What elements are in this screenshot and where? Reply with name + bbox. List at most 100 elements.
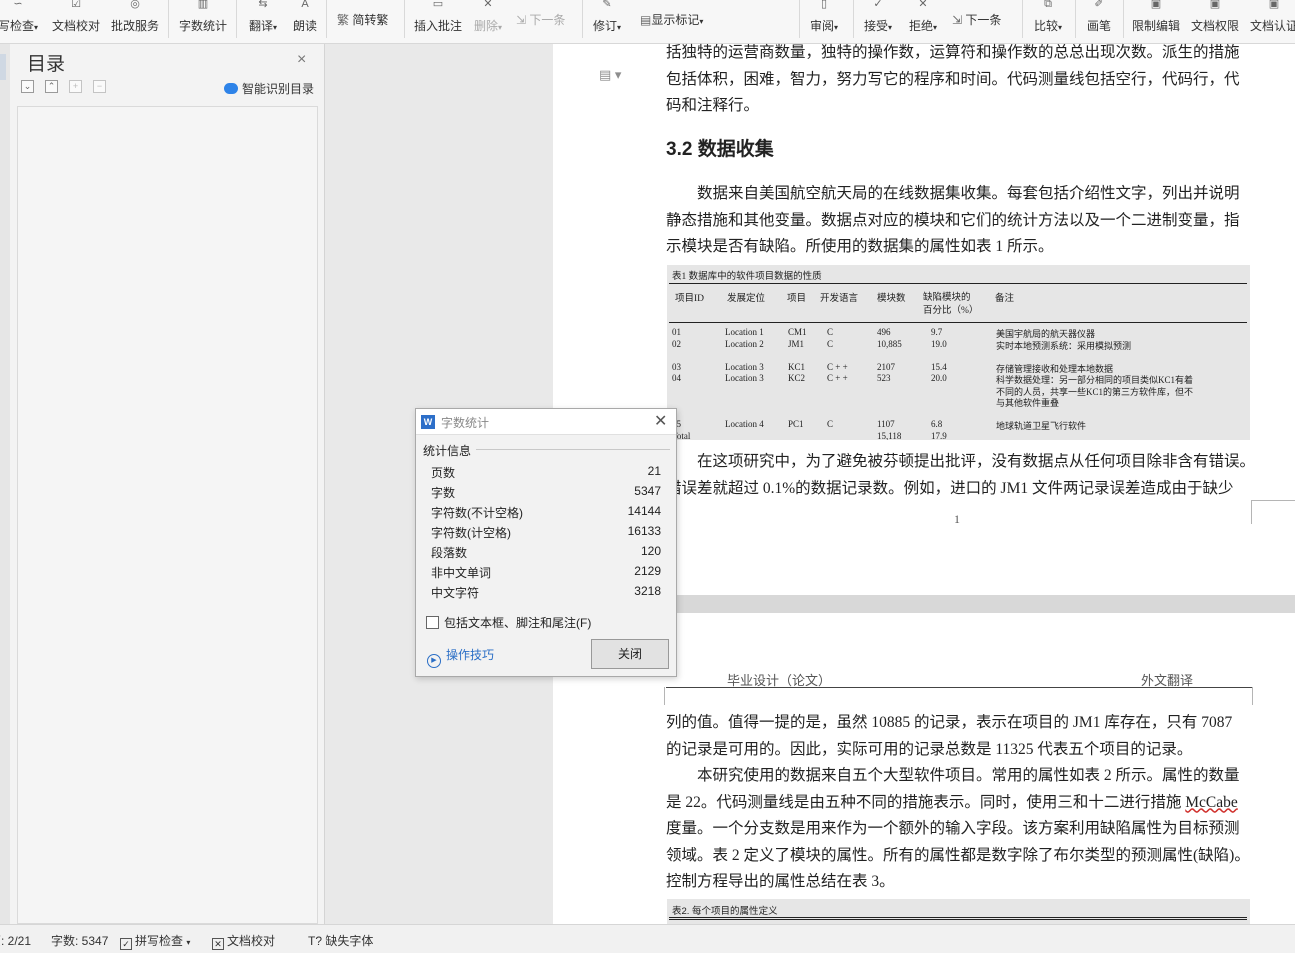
simp-trad-icon: 繁 [337,13,350,27]
include-textbox-checkbox[interactable]: 包括文本框、脚注和尾注(F) [426,614,591,631]
spell-check-status[interactable]: ✓ 拼写检查 ▾ [120,932,190,950]
proofread-icon: ✕ [212,938,224,950]
doc-certify-button[interactable]: ▣ 文档认证 [1248,0,1295,40]
dialog-titlebar[interactable]: W 字数统计 ✕ [416,409,676,435]
compare-button[interactable]: ⧉ 比较▾ [1030,0,1066,40]
stat-row: 段落数 120 [431,544,661,560]
paragraph: 数据来自美国航空航天局的在线数据集收集。每套包括介绍性文字，列出并说明 静态措施… [666,185,1240,256]
review-icon: ▯ [820,0,828,10]
page-number: 1 [954,512,960,526]
toc-side-strip [0,44,10,924]
status-bar: 页: 2/21 字数: 5347 ✓拼写检查 ▾ ✕文档校对 T? 缺失字体 [0,924,1295,953]
revise-icon: ✎ [602,0,612,10]
stat-row: 页数 21 [431,464,661,480]
doc-proofread-button[interactable]: ☑ 文档校对 [50,0,102,40]
table-image: 表2. 每个项目的属性定义 [667,899,1250,924]
table-caption: 表1 数据库中的软件项目数据的性质 [672,272,822,282]
table-column-locations: Location 1 Location 2 Location 3 Locatio… [725,327,764,429]
toc-panel: 目录 × ⌄ ⌃ + − 智能识别目录 [0,44,325,924]
read-aloud-icon: A [301,0,309,10]
delete-comment-button[interactable]: ✕ 删除▾ [470,0,506,40]
accept-button[interactable]: ✓ 接受▾ [860,0,896,40]
doc-permission-button[interactable]: ▣ 文档权限 [1189,0,1241,40]
spelling-error-word[interactable]: McCabe [1185,794,1238,811]
ribbon-separator [582,0,583,38]
word-count-icon: ▥ [197,0,209,10]
table-column-defect-pct: 9.7 19.0 15.4 20.0 6.8 17.9 [931,327,947,440]
collapse-all-icon[interactable]: ⌃ [45,80,58,93]
table-header-cell: 缺陷模块的 百分比（%） [923,293,979,316]
table-header-cell: 项目 [787,294,807,304]
read-aloud-button[interactable]: A 朗读 [290,0,320,40]
show-markup-button[interactable]: ▤显示标记▾ [640,10,703,30]
review-button[interactable]: ▯ 审阅▾ [806,0,842,40]
tips-link[interactable]: ▶ 操作技巧 [427,646,494,668]
page-indicator[interactable]: 页: 2/21 [0,932,31,949]
pen-icon: ✐ [1094,0,1104,10]
missing-font-status[interactable]: T? 缺失字体 [308,932,373,949]
table-rule [669,917,1247,918]
spell-check-button[interactable]: ∽ 写检查▾ [0,0,39,40]
next-change-button[interactable]: ⇲ 下一条 [952,10,1001,30]
show-markup-icon: ▤ [640,13,652,27]
close-button[interactable]: 关闭 [591,639,669,669]
next-comment-button[interactable]: ⇲ 下一条 [516,10,565,30]
remove-heading-icon[interactable]: − [93,80,106,93]
wps-logo-icon: W [421,415,435,429]
reject-icon: ✕ [918,0,928,10]
toc-title: 目录 [27,54,66,75]
crop-mark [1251,500,1295,524]
stat-row: 中文字符 3218 [431,584,661,600]
close-icon[interactable]: × [297,51,306,69]
table-image: 表1 数据库中的软件项目数据的性质 项目ID 发展定位 项目 开发语言 模块数 … [667,265,1250,440]
reject-button[interactable]: ✕ 拒绝▾ [905,0,941,40]
correction-service-button[interactable]: ◎ 批改服务 [109,0,161,40]
ribbon-separator [799,0,800,38]
revise-button[interactable]: ✎ 修订▾ [589,0,625,40]
word-count-button[interactable]: ▥ 字数统计 [177,0,229,40]
paragraph: 列的值。值得一提的是，虽然 10885 的记录，表示在项目的 JM1 库存在，只… [666,714,1233,758]
ribbon-separator [168,0,169,38]
proofread-status[interactable]: ✕ 文档校对 [212,932,275,950]
ribbon-separator [404,0,405,38]
doc-outline-icon[interactable]: ▤ ▾ [599,67,621,83]
toc-list[interactable] [17,106,318,924]
ribbon-toolbar: ∽ 写检查▾ ☑ 文档校对 ◎ 批改服务 ▥ 字数统计 ⇆ 翻译▾ A 朗读 繁 简转繁 ▭… [0,0,1295,44]
smart-toc-button[interactable]: 智能识别目录 [224,80,314,97]
stat-row: 字符数(计空格) 16133 [431,524,661,540]
table-header-cell: 开发语言 [820,294,859,304]
accept-icon: ✓ [873,0,883,10]
header-rule [666,687,1252,688]
add-heading-icon[interactable]: + [69,80,82,93]
compare-icon: ⧉ [1044,0,1052,10]
crop-mark [1252,687,1262,705]
correction-icon: ◎ [130,0,140,10]
proofread-icon: ☑ [71,0,81,10]
ribbon-separator [1123,0,1124,38]
nav-tab[interactable] [0,54,6,80]
ribbon-separator [853,0,854,38]
ribbon-separator [1075,0,1076,38]
table-column-modules: 496 10,885 2107 523 1107 15,118 [877,327,902,440]
checkbox-box[interactable] [426,616,439,629]
table-header-cell: 发展定位 [727,294,766,304]
comment-icon: ▭ [432,0,444,10]
doc-permission-icon: ▣ [1209,0,1221,10]
pen-button[interactable]: ✐ 画笔 [1083,0,1115,40]
word-count-status[interactable]: 字数: 5347 [51,932,108,949]
ribbon-separator [326,0,327,38]
expand-all-icon[interactable]: ⌄ [21,80,34,93]
table-rule [669,283,1247,284]
next-comment-icon: ⇲ [516,13,527,27]
insert-comment-button[interactable]: ▭ 插入批注 [412,0,464,40]
table-column-languages: C C C + + C + + C [827,327,848,429]
close-icon[interactable]: ✕ [654,411,667,431]
table-header-cell: 备注 [995,294,1015,304]
ribbon-separator [236,0,237,38]
simp-trad-button[interactable]: 繁 简转繁 [337,10,388,30]
dialog-title: 字数统计 [441,416,490,430]
translate-button[interactable]: ⇆ 翻译▾ [245,0,281,40]
restrict-edit-icon: ▣ [1150,0,1162,10]
chevron-down-icon: ▾ [186,938,191,947]
restrict-edit-button[interactable]: ▣ 限制编辑 [1130,0,1182,40]
